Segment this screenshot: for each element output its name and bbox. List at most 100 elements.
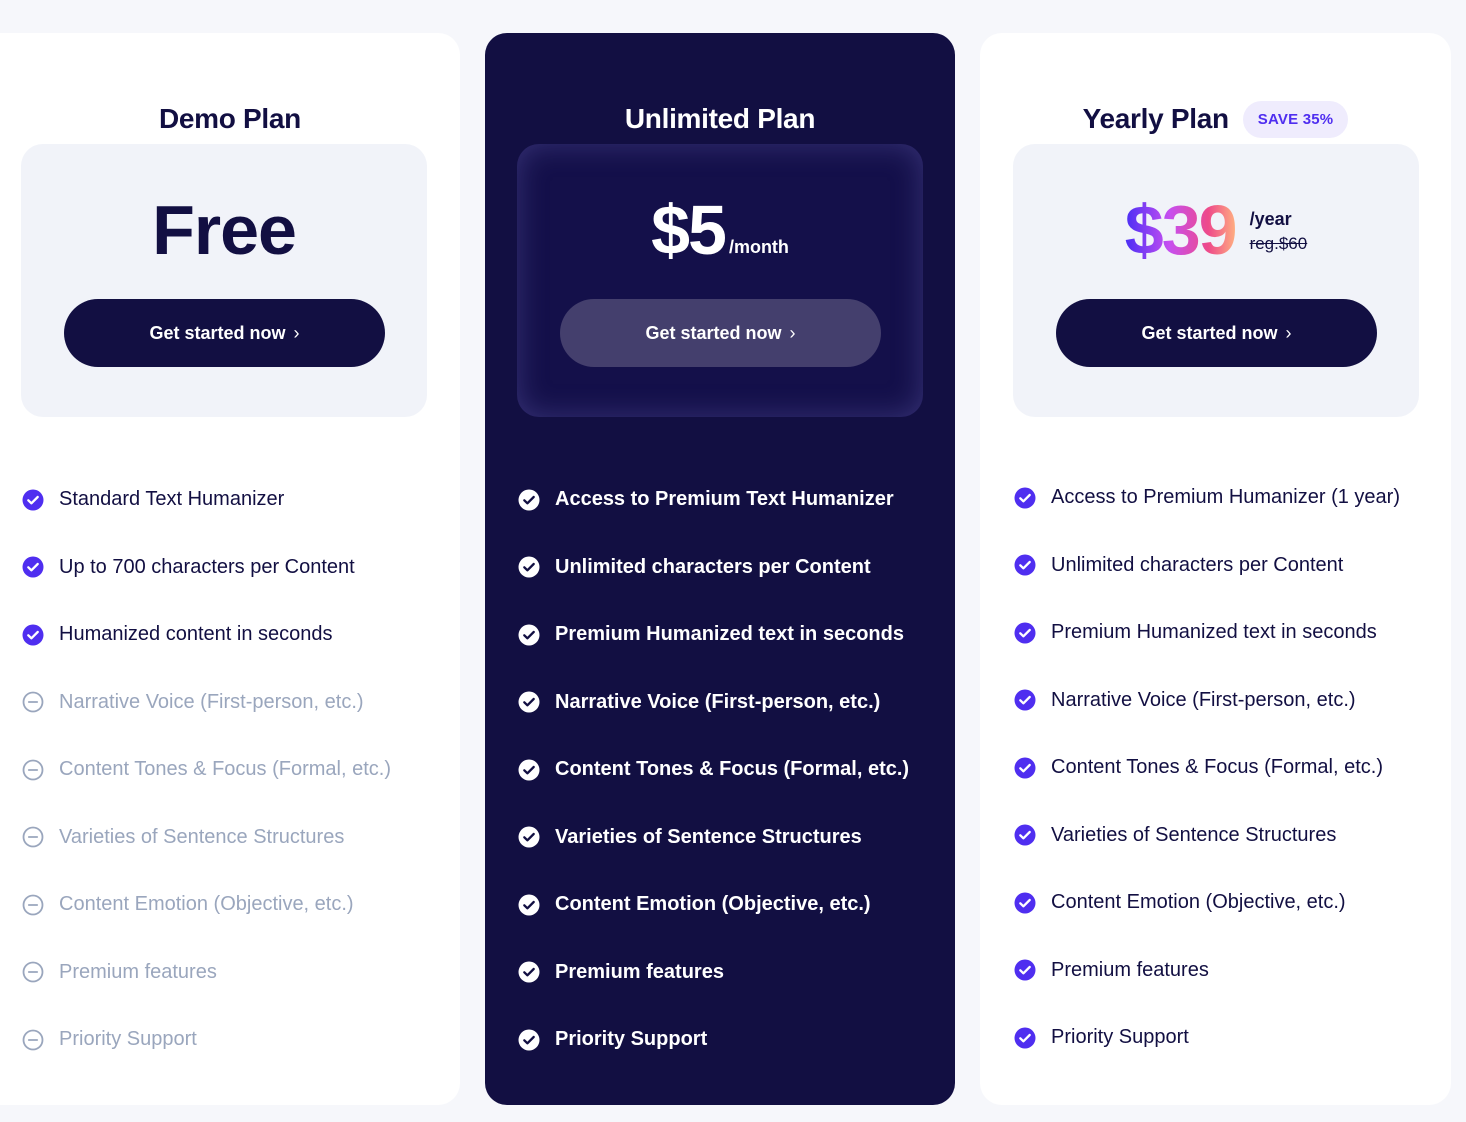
plan-card-unlimited: Unlimited Plan $5 /month Get started now… [485, 33, 955, 1105]
feature-item: Priority Support [22, 1006, 450, 1074]
check-circle-icon [1014, 959, 1036, 981]
feature-label: Content Emotion (Objective, etc.) [1051, 891, 1346, 914]
price-amount: $5 [651, 191, 727, 269]
button-label: Get started now [149, 322, 286, 343]
plan-header: Yearly Plan SAVE 35% [980, 99, 1451, 139]
feature-item: Narrative Voice (First-person, etc.) [1014, 667, 1441, 735]
plan-card-demo: Demo Plan Free Get started now › Standar… [0, 33, 460, 1105]
feature-item: Content Tones & Focus (Formal, etc.) [22, 736, 450, 804]
feature-label: Varieties of Sentence Structures [59, 825, 345, 848]
feature-list: Access to Premium Humanizer (1 year) Unli… [1014, 464, 1441, 1072]
feature-item: Content Tones & Focus (Formal, etc.) [518, 736, 945, 804]
plan-card-yearly: Yearly Plan SAVE 35% $39 /year reg.$60 G… [980, 33, 1451, 1105]
feature-label: Priority Support [59, 1028, 197, 1051]
get-started-button[interactable]: Get started now › [1056, 299, 1377, 367]
feature-label: Content Emotion (Objective, etc.) [59, 893, 354, 916]
check-circle-icon [22, 556, 44, 578]
minus-circle-icon [22, 759, 44, 781]
chevron-right-icon: › [293, 322, 300, 343]
minus-circle-icon [22, 691, 44, 713]
plan-header: Demo Plan [0, 99, 460, 139]
feature-label: Standard Text Humanizer [59, 488, 285, 511]
feature-label: Premium features [59, 960, 217, 983]
pricing-section: Demo Plan Free Get started now › Standar… [0, 0, 1466, 1122]
feature-item: Premium features [22, 939, 450, 1007]
feature-item: Content Emotion (Objective, etc.) [518, 871, 945, 939]
feature-label: Access to Premium Text Humanizer [555, 488, 894, 511]
feature-item: Premium Humanized text in seconds [518, 601, 945, 669]
check-circle-icon [518, 691, 540, 713]
feature-label: Up to 700 characters per Content [59, 555, 355, 578]
check-circle-icon [1014, 757, 1036, 779]
feature-item: Premium Humanized text in seconds [1014, 599, 1441, 667]
feature-label: Content Tones & Focus (Formal, etc.) [555, 758, 910, 781]
check-circle-icon [22, 624, 44, 646]
price-period: /year [1249, 209, 1292, 229]
check-circle-icon [1014, 487, 1036, 509]
feature-label: Humanized content in seconds [59, 623, 333, 646]
check-circle-icon [1014, 554, 1036, 576]
feature-item: Content Tones & Focus (Formal, etc.) [1014, 734, 1441, 802]
regular-price: reg.$60 [1249, 234, 1308, 253]
price-row: Free [21, 190, 427, 270]
price-details: /year reg.$60 [1250, 206, 1308, 256]
feature-item: Content Emotion (Objective, etc.) [22, 871, 450, 939]
feature-label: Premium features [555, 960, 724, 983]
check-circle-icon [1014, 622, 1036, 644]
feature-list: Access to Premium Text Humanizer Unlimite… [518, 466, 945, 1074]
feature-item: Access to Premium Humanizer (1 year) [1014, 464, 1441, 532]
feature-label: Unlimited characters per Content [555, 555, 871, 578]
chevron-right-icon: › [789, 322, 796, 343]
chevron-right-icon: › [1285, 322, 1292, 343]
check-circle-icon [518, 759, 540, 781]
feature-list: Standard Text Humanizer Up to 700 charact… [22, 466, 450, 1074]
price-amount: $39 [1124, 191, 1238, 269]
feature-item: Narrative Voice (First-person, etc.) [518, 669, 945, 737]
check-circle-icon [518, 826, 540, 848]
price-row: $5 /month [517, 190, 923, 270]
get-started-button[interactable]: Get started now › [64, 299, 385, 367]
feature-item: Narrative Voice (First-person, etc.) [22, 669, 450, 737]
feature-item: Varieties of Sentence Structures [22, 804, 450, 872]
save-badge: SAVE 35% [1242, 100, 1349, 138]
check-circle-icon [1014, 892, 1036, 914]
minus-circle-icon [22, 894, 44, 916]
feature-item: Content Emotion (Objective, etc.) [1014, 869, 1441, 937]
plan-header: Unlimited Plan [485, 99, 955, 139]
price-period: /month [728, 237, 789, 257]
feature-label: Premium features [1051, 958, 1209, 981]
feature-label: Narrative Voice (First-person, etc.) [1051, 688, 1356, 711]
feature-label: Premium Humanized text in seconds [555, 623, 904, 646]
price-amount: Free [152, 191, 297, 269]
feature-item: Priority Support [518, 1006, 945, 1074]
check-circle-icon [518, 489, 540, 511]
feature-label: Content Tones & Focus (Formal, etc.) [59, 758, 391, 781]
check-circle-icon [518, 1029, 540, 1051]
feature-item: Unlimited characters per Content [518, 534, 945, 602]
feature-item: Humanized content in seconds [22, 601, 450, 669]
feature-item: Standard Text Humanizer [22, 466, 450, 534]
feature-item: Varieties of Sentence Structures [1014, 802, 1441, 870]
minus-circle-icon [22, 826, 44, 848]
feature-label: Access to Premium Humanizer (1 year) [1051, 486, 1400, 509]
check-circle-icon [22, 489, 44, 511]
feature-label: Priority Support [1051, 1026, 1189, 1049]
get-started-button[interactable]: Get started now › [560, 299, 881, 367]
minus-circle-icon [22, 961, 44, 983]
minus-circle-icon [22, 1029, 44, 1051]
price-box: $5 /month Get started now › [517, 144, 923, 417]
feature-label: Premium Humanized text in seconds [1051, 621, 1377, 644]
button-label: Get started now [1141, 322, 1278, 343]
check-circle-icon [1014, 689, 1036, 711]
button-label: Get started now [645, 322, 782, 343]
feature-label: Priority Support [555, 1028, 708, 1051]
feature-item: Priority Support [1014, 1004, 1441, 1072]
price-row: $39 /year reg.$60 [1013, 190, 1419, 270]
feature-label: Unlimited characters per Content [1051, 553, 1344, 576]
feature-item: Up to 700 characters per Content [22, 534, 450, 602]
check-circle-icon [1014, 1027, 1036, 1049]
plan-title: Unlimited Plan [624, 103, 816, 134]
check-circle-icon [518, 961, 540, 983]
feature-label: Narrative Voice (First-person, etc.) [555, 690, 881, 713]
check-circle-icon [518, 624, 540, 646]
